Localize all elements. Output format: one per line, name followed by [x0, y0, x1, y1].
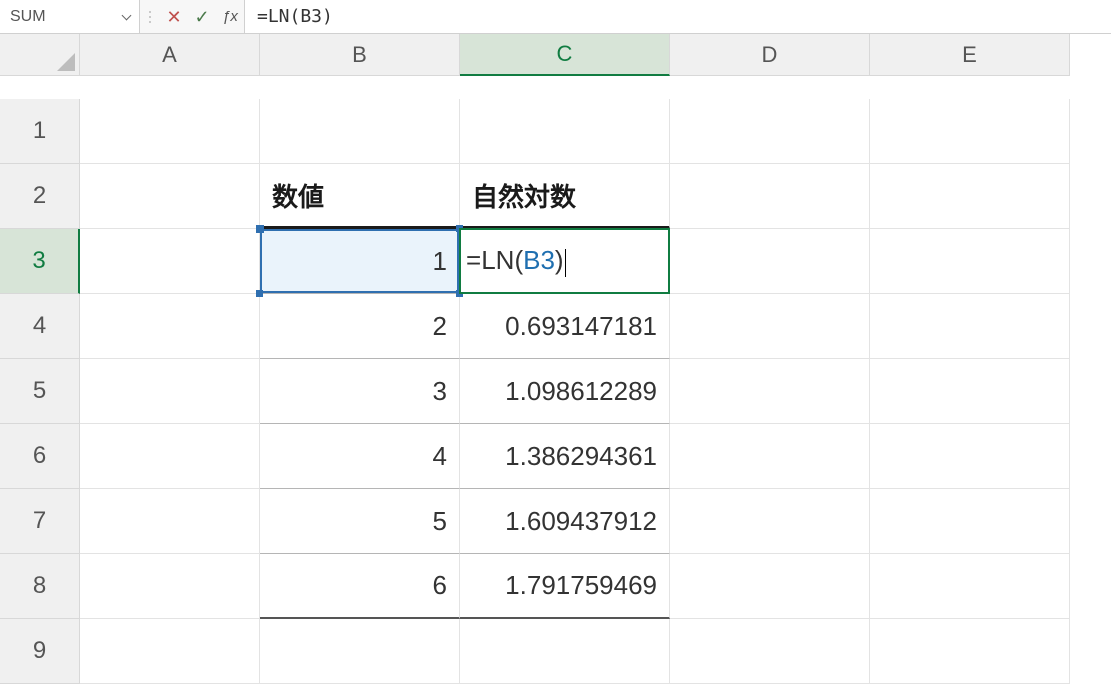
cell-C6[interactable]: 1.386294361 — [460, 424, 670, 489]
cell-D8[interactable] — [670, 554, 870, 619]
row-header-1[interactable]: 1 — [0, 99, 80, 164]
cell-E5[interactable] — [870, 359, 1070, 424]
row-header-6[interactable]: 6 — [0, 424, 80, 489]
text-caret — [565, 249, 566, 277]
cell-B7[interactable]: 5 — [260, 489, 460, 554]
cell-D3[interactable] — [670, 229, 870, 294]
cell-D2[interactable] — [670, 164, 870, 229]
cell-D1[interactable] — [670, 99, 870, 164]
row-header-9[interactable]: 9 — [0, 619, 80, 684]
cell-A1[interactable] — [80, 99, 260, 164]
cell-C9[interactable] — [460, 619, 670, 684]
cell-E1[interactable] — [870, 99, 1070, 164]
cell-E3[interactable] — [870, 229, 1070, 294]
spreadsheet-grid[interactable]: A B C D E 1 2 数値 自然対数 3 1 =LN(B3) 4 2 0.… — [0, 34, 1111, 684]
cell-A2[interactable] — [80, 164, 260, 229]
cell-E8[interactable] — [870, 554, 1070, 619]
col-header-D[interactable]: D — [670, 34, 870, 76]
name-box[interactable]: SUM — [0, 0, 140, 33]
cell-A6[interactable] — [80, 424, 260, 489]
row-header-8[interactable]: 8 — [0, 554, 80, 619]
formula-bar: SUM ✕ ✓ ƒx =LN(B3) — [0, 0, 1111, 34]
cell-C2[interactable]: 自然対数 — [460, 164, 670, 229]
cell-B2[interactable]: 数値 — [260, 164, 460, 229]
cell-E6[interactable] — [870, 424, 1070, 489]
cell-B5[interactable]: 3 — [260, 359, 460, 424]
insert-function-button[interactable]: ƒx — [216, 0, 244, 33]
col-header-C[interactable]: C — [460, 34, 670, 76]
cell-C4[interactable]: 0.693147181 — [460, 294, 670, 359]
accept-formula-button[interactable]: ✓ — [188, 0, 216, 33]
row-header-5[interactable]: 5 — [0, 359, 80, 424]
name-box-text: SUM — [10, 8, 46, 26]
col-header-E[interactable]: E — [870, 34, 1070, 76]
col-header-B[interactable]: B — [260, 34, 460, 76]
check-icon: ✓ — [194, 8, 209, 26]
cell-D6[interactable] — [670, 424, 870, 489]
chevron-down-icon[interactable] — [121, 11, 133, 23]
row-header-4[interactable]: 4 — [0, 294, 80, 359]
cell-A4[interactable] — [80, 294, 260, 359]
fx-icon: ƒx — [222, 8, 238, 25]
row-header-7[interactable]: 7 — [0, 489, 80, 554]
select-all-corner[interactable] — [0, 34, 80, 76]
cell-E2[interactable] — [870, 164, 1070, 229]
cell-B1[interactable] — [260, 99, 460, 164]
cell-D5[interactable] — [670, 359, 870, 424]
cell-C5[interactable]: 1.098612289 — [460, 359, 670, 424]
cancel-formula-button[interactable]: ✕ — [160, 0, 188, 33]
cell-A8[interactable] — [80, 554, 260, 619]
cell-A3[interactable] — [80, 229, 260, 294]
cell-C7[interactable]: 1.609437912 — [460, 489, 670, 554]
cell-B9[interactable] — [260, 619, 460, 684]
cell-E9[interactable] — [870, 619, 1070, 684]
formula-input[interactable]: =LN(B3) — [244, 0, 1111, 33]
cell-A9[interactable] — [80, 619, 260, 684]
cell-B4[interactable]: 2 — [260, 294, 460, 359]
cell-C8[interactable]: 1.791759469 — [460, 554, 670, 619]
cell-D4[interactable] — [670, 294, 870, 359]
cell-B6[interactable]: 4 — [260, 424, 460, 489]
cell-C3[interactable]: =LN(B3) — [460, 229, 670, 294]
row-header-2[interactable]: 2 — [0, 164, 80, 229]
cell-B3[interactable]: 1 — [260, 229, 460, 294]
row-header-3[interactable]: 3 — [0, 229, 80, 294]
cell-A5[interactable] — [80, 359, 260, 424]
cell-B8[interactable]: 6 — [260, 554, 460, 619]
cell-A7[interactable] — [80, 489, 260, 554]
cell-D7[interactable] — [670, 489, 870, 554]
separator-dots-icon — [140, 0, 160, 33]
cell-E4[interactable] — [870, 294, 1070, 359]
x-icon: ✕ — [166, 8, 181, 26]
col-header-A[interactable]: A — [80, 34, 260, 76]
cell-D9[interactable] — [670, 619, 870, 684]
cell-E7[interactable] — [870, 489, 1070, 554]
cell-C3-formula: =LN(B3) — [466, 245, 566, 276]
cell-C1[interactable] — [460, 99, 670, 164]
